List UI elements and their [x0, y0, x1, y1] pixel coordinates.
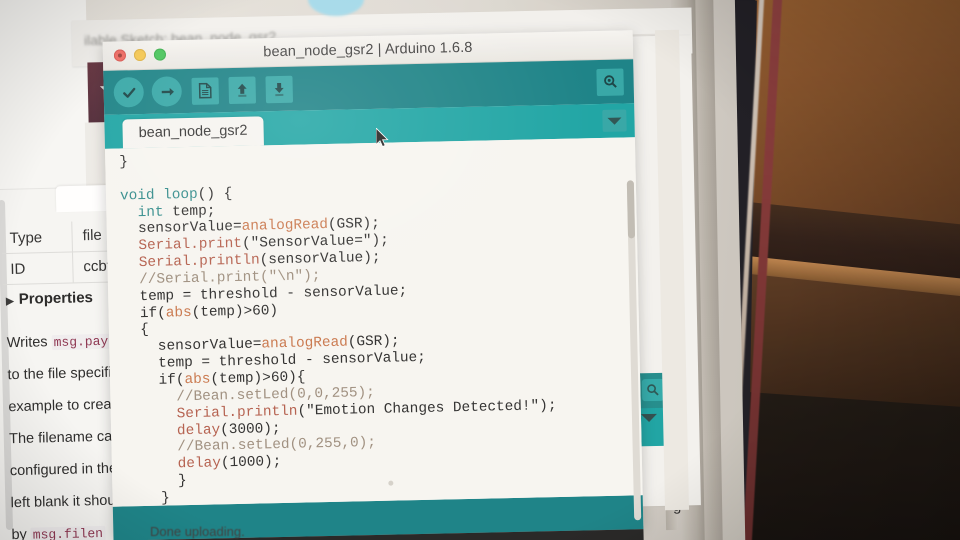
code-token: analogRead [261, 334, 348, 353]
code-token: } [119, 154, 129, 171]
code-token: (3000); [219, 420, 281, 438]
node-red-properties-label: Properties [18, 289, 94, 308]
code-token: abs [165, 304, 192, 322]
table-cell-key: Type [9, 228, 43, 247]
arduino-ide-window[interactable]: bean_node_gsr2 | Arduino 1.6.8 bean_node… [102, 30, 645, 540]
source-code: } void loop() { int temp; sensorValue=an… [119, 143, 643, 506]
code-token: void [119, 187, 164, 205]
verify-button[interactable] [113, 76, 145, 108]
code-token: temp; [163, 202, 216, 221]
open-sketch-button[interactable] [228, 76, 257, 104]
editor-speck [388, 480, 394, 486]
code-token: //Bean.setLed(0,255,0); [177, 435, 377, 456]
code-token: if( [158, 372, 185, 389]
code-token: () { [197, 185, 233, 203]
screenshot-photo: ilable Sketch: bean_node_gsr2 Refresh .h… [0, 0, 960, 540]
code-token: int [137, 204, 164, 221]
code-editor[interactable]: } void loop() { int temp; sensorValue=an… [104, 137, 643, 507]
serial-monitor-button[interactable] [596, 67, 624, 96]
background-chevron-down-icon[interactable] [640, 413, 658, 423]
code-token: delay [177, 455, 222, 473]
code-token: (temp)>60) [191, 302, 279, 321]
background-serial-monitor-icon[interactable] [641, 378, 665, 402]
code-token: Serial.print [138, 236, 243, 255]
status-message: Done uploading. [150, 524, 245, 539]
code-token: (GSR); [327, 216, 380, 234]
save-sketch-button[interactable] [265, 75, 294, 103]
code-token: if( [139, 305, 166, 322]
code-token: Serial.println [176, 403, 298, 422]
code-token: (1000); [220, 454, 282, 472]
code-token: { [140, 322, 150, 339]
triangle-right-icon: ▶ [5, 296, 14, 308]
mouse-cursor [375, 127, 390, 148]
tab-menu-button[interactable] [602, 109, 627, 132]
code-token: analogRead [241, 217, 329, 236]
code-token: abs [184, 371, 211, 389]
chevron-down-icon [607, 117, 622, 125]
code-token: loop [163, 186, 198, 204]
table-cell-key: ID [10, 260, 26, 278]
code-token: sensorValue= [157, 336, 262, 355]
tab-bean-node-gsr2[interactable]: bean_node_gsr2 [122, 116, 264, 149]
new-sketch-button[interactable] [191, 76, 220, 105]
code-token: (GSR); [347, 333, 400, 351]
code-token: delay [176, 421, 221, 439]
code-token: (sensorValue); [259, 249, 381, 269]
code-token: Serial.println [138, 252, 260, 272]
code-token: (temp)>60){ [210, 369, 306, 388]
code-token: } [177, 473, 187, 490]
code-token: sensorValue= [137, 219, 242, 238]
window-title: bean_node_gsr2 | Arduino 1.6.8 [263, 39, 473, 61]
code-token: } [161, 490, 170, 507]
upload-button[interactable] [151, 76, 183, 107]
